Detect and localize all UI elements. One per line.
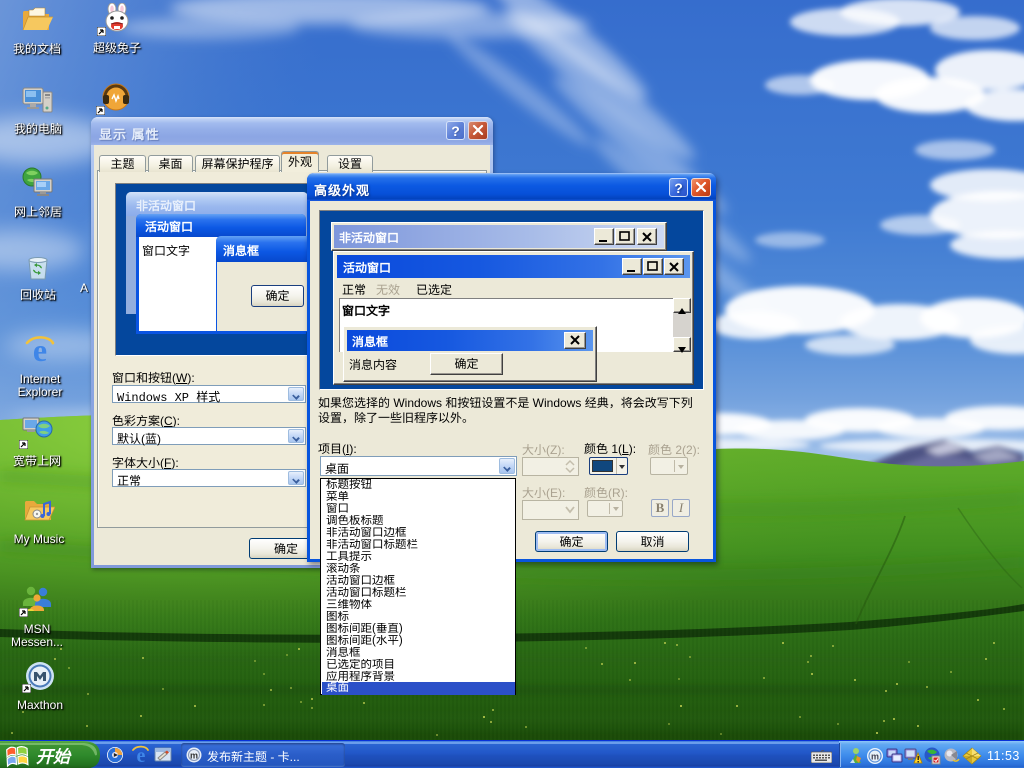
svg-text:m: m	[871, 752, 879, 762]
svg-text:e: e	[137, 745, 146, 767]
svg-text:开始: 开始	[36, 743, 72, 768]
svg-text:m: m	[190, 751, 198, 761]
